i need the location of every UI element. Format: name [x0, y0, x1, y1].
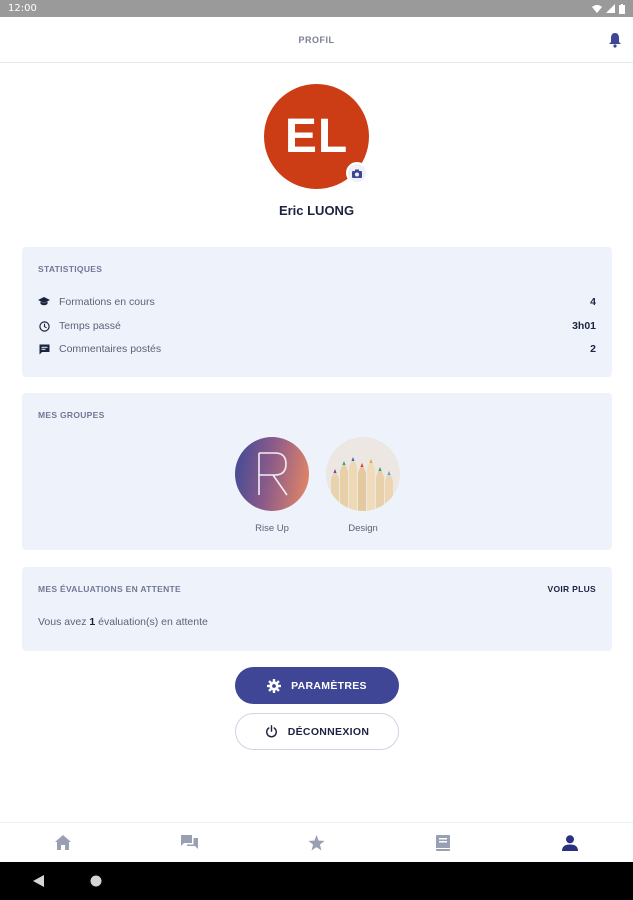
system-icons — [592, 3, 625, 14]
clock-icon — [38, 320, 50, 332]
statistics-title: STATISTIQUES — [38, 264, 103, 274]
graduation-cap-icon — [38, 296, 50, 308]
nav-chat[interactable] — [127, 823, 254, 862]
nav-catalog[interactable] — [380, 823, 507, 862]
page-title: PROFIL — [298, 34, 335, 45]
groups-title: MES GROUPES — [38, 410, 105, 420]
stat-row: Commentaires postés 2 — [38, 341, 596, 357]
nav-favorites[interactable] — [253, 823, 380, 862]
nav-home[interactable] — [0, 823, 127, 862]
group-design[interactable]: Design — [325, 437, 401, 534]
change-photo-button[interactable] — [346, 162, 368, 184]
evaluations-summary: Vous avez 1 évaluation(s) en attente — [38, 616, 208, 628]
camera-icon — [352, 169, 362, 178]
stat-row: Formations en cours 4 — [38, 294, 596, 310]
stat-value: 4 — [590, 296, 596, 308]
colored-pencils-image — [331, 457, 393, 511]
bottom-navigation — [0, 822, 633, 862]
stat-value: 2 — [590, 343, 596, 355]
see-more-link[interactable]: VOIR PLUS — [547, 584, 596, 594]
group-rise-up[interactable]: Rise Up — [234, 437, 310, 534]
evaluations-text-before: Vous avez — [38, 616, 90, 628]
stat-label: Temps passé — [59, 320, 121, 332]
system-navigation-bar — [0, 862, 633, 900]
settings-label: PARAMÈTRES — [291, 679, 367, 692]
battery-icon — [619, 3, 625, 14]
settings-button[interactable]: PARAMÈTRES — [235, 667, 399, 704]
wifi-icon — [592, 5, 602, 13]
signal-icon — [606, 4, 615, 13]
top-app-bar: PROFIL — [0, 17, 633, 63]
groups-card: MES GROUPES Rise Up Design — [22, 393, 612, 550]
status-time: 12:00 — [8, 3, 37, 14]
bell-icon[interactable] — [608, 32, 622, 48]
stat-label: Commentaires postés — [59, 343, 162, 355]
statistics-card: STATISTIQUES Formations en cours 4 Temps… — [22, 247, 612, 377]
rise-up-logo — [258, 452, 288, 496]
stat-row: Temps passé 3h01 — [38, 318, 596, 334]
logout-label: DÉCONNEXION — [287, 725, 370, 738]
group-image — [326, 437, 400, 511]
logout-button[interactable]: DÉCONNEXION — [235, 713, 399, 750]
group-image — [235, 437, 309, 511]
group-name: Rise Up — [255, 523, 289, 534]
status-bar: 12:00 — [0, 0, 633, 17]
stat-value: 3h01 — [572, 320, 596, 332]
evaluations-card: MES ÉVALUATIONS EN ATTENTE VOIR PLUS Vou… — [22, 567, 612, 651]
comment-icon — [38, 343, 50, 355]
user-name: Eric LUONG — [278, 203, 355, 218]
evaluations-text-after: évaluation(s) en attente — [95, 616, 208, 628]
gear-icon — [267, 678, 282, 693]
evaluations-title: MES ÉVALUATIONS EN ATTENTE — [38, 584, 182, 594]
chat-icon — [181, 835, 199, 849]
stat-label: Formations en cours — [59, 296, 155, 308]
person-icon — [561, 834, 578, 851]
book-icon — [436, 834, 451, 851]
home-circle-icon[interactable] — [90, 875, 102, 887]
back-icon[interactable] — [33, 875, 44, 887]
star-icon — [308, 834, 325, 850]
group-name: Design — [348, 523, 378, 534]
nav-profile[interactable] — [506, 823, 633, 862]
power-icon — [265, 725, 277, 738]
home-icon — [55, 835, 72, 850]
